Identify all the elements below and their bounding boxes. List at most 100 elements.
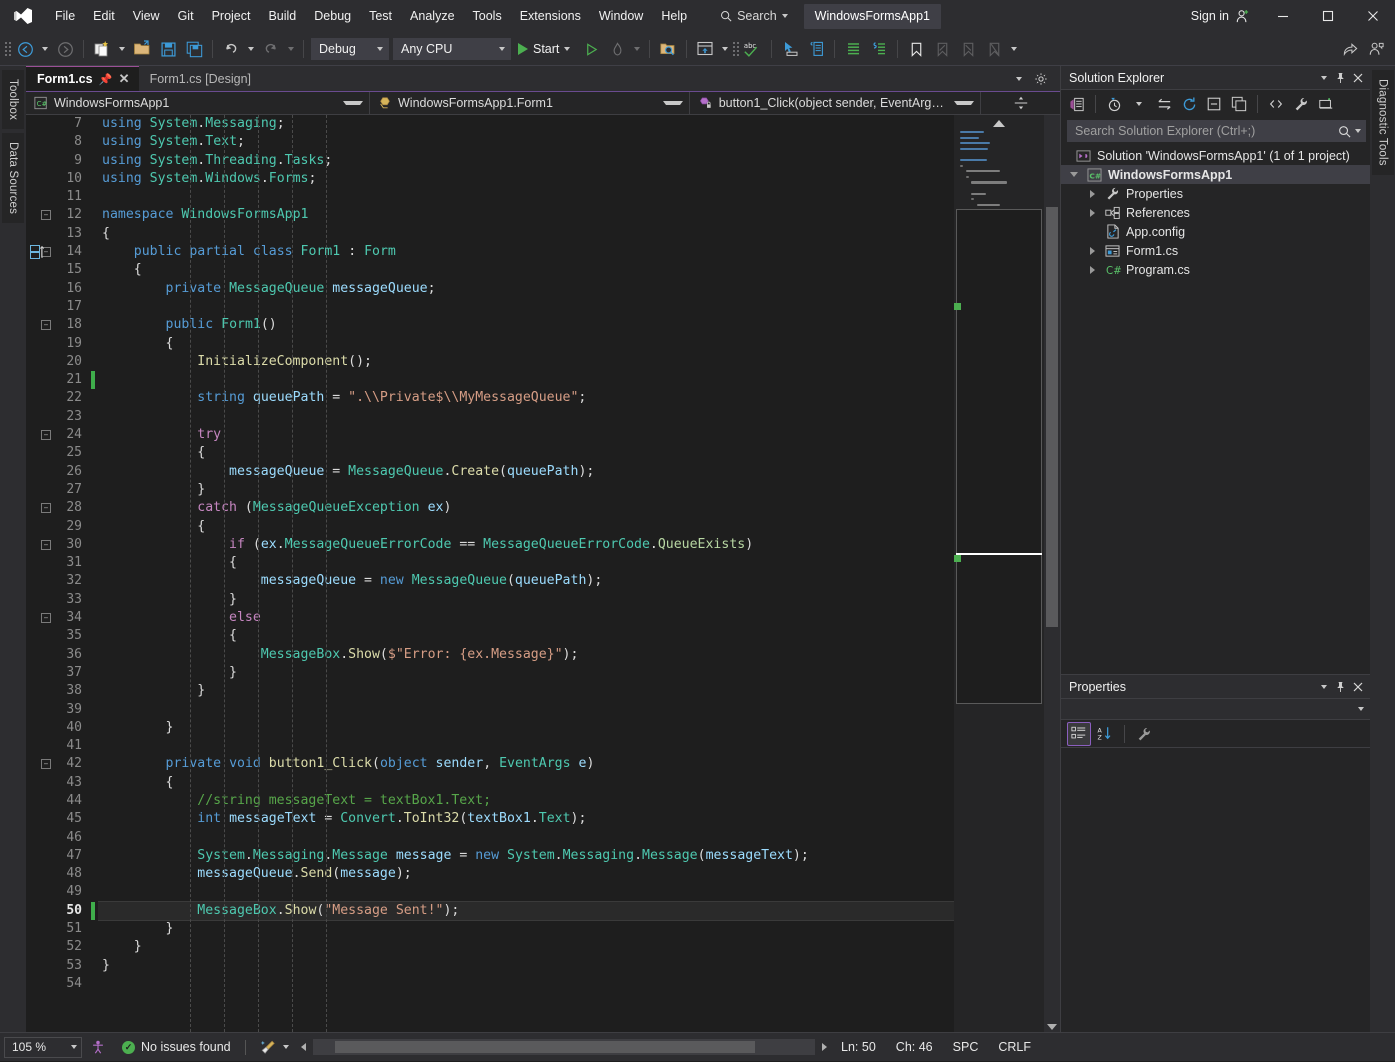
active-project-chip[interactable]: WindowsFormsApp1 [803, 3, 941, 29]
menu-file[interactable]: File [46, 0, 84, 33]
categorized-view-button[interactable] [1067, 721, 1091, 746]
hscroll-right-button[interactable] [817, 1043, 831, 1051]
glyph-margin-row[interactable] [26, 737, 54, 755]
sidebar-tab-diagnostic-tools[interactable]: Diagnostic Tools [1371, 70, 1394, 175]
code-line[interactable]: if (ex.MessageQueueErrorCode == MessageQ… [98, 536, 954, 554]
navigate-to-button[interactable] [777, 36, 803, 62]
toolbar-overflow-button[interactable] [1007, 36, 1021, 62]
glyph-margin-row[interactable] [26, 646, 54, 664]
navbar-type-combo[interactable]: WindowsFormsApp1.Form1 [370, 92, 690, 114]
code-line[interactable]: { [98, 444, 954, 462]
scroll-down-icon[interactable] [1047, 1024, 1057, 1030]
glyph-margin-row[interactable] [26, 408, 54, 426]
menu-test[interactable]: Test [360, 0, 401, 33]
solution-platform-combo[interactable]: Any CPU [393, 38, 511, 60]
glyph-margin-row[interactable] [26, 591, 54, 609]
code-line[interactable]: } [98, 591, 954, 609]
code-line[interactable]: using System.Windows.Forms; [98, 170, 954, 188]
code-line[interactable]: System.Messaging.Message message = new S… [98, 847, 954, 865]
glyph-margin-row[interactable] [26, 335, 54, 353]
code-line[interactable]: } [98, 682, 954, 700]
glyph-margin-row[interactable]: – [26, 316, 54, 334]
menu-project[interactable]: Project [203, 0, 260, 33]
glyph-margin-row[interactable] [26, 920, 54, 938]
accessibility-indicator[interactable] [82, 1033, 114, 1062]
refresh-button[interactable] [1177, 92, 1201, 116]
code-line[interactable]: messageQueue.Send(message); [98, 865, 954, 883]
minimap-scroll-up-button[interactable] [954, 115, 1044, 131]
line-ending-indicator[interactable]: CRLF [988, 1033, 1041, 1062]
code-line[interactable]: int messageText = Convert.ToInt32(textBo… [98, 810, 954, 828]
expand-toggle[interactable] [1067, 172, 1081, 177]
glyph-margin[interactable]: – – – – – – – – [26, 115, 54, 1032]
code-line[interactable]: public Form1() [98, 316, 954, 334]
glyph-margin-row[interactable] [26, 481, 54, 499]
start-debug-button[interactable]: Start [513, 36, 578, 62]
glyph-margin-row[interactable]: – [26, 426, 54, 444]
glyph-margin-row[interactable] [26, 572, 54, 590]
minimap[interactable] [954, 115, 1044, 1032]
solution-views-dropdown[interactable] [718, 36, 732, 62]
navbar-member-combo[interactable]: button1_Click(object sender, EventArgs e… [690, 92, 981, 114]
toggle-bookmark-button[interactable] [903, 36, 929, 62]
menu-edit[interactable]: Edit [84, 0, 124, 33]
glyph-margin-row[interactable] [26, 298, 54, 316]
glyph-margin-row[interactable] [26, 115, 54, 133]
solution-configuration-combo[interactable]: Debug [311, 38, 389, 60]
expand-toggle[interactable] [1085, 189, 1099, 198]
find-in-files-button[interactable] [655, 36, 681, 62]
collapse-region-icon[interactable]: – [41, 759, 51, 770]
menu-view[interactable]: View [124, 0, 169, 33]
solution-explorer-tree[interactable]: Solution 'WindowsFormsApp1' (1 of 1 proj… [1061, 145, 1370, 674]
glyph-margin-row[interactable] [26, 444, 54, 462]
redo-dropdown[interactable] [284, 36, 298, 62]
show-all-files-button[interactable] [1227, 92, 1251, 116]
sidebar-tab-data-sources[interactable]: Data Sources [2, 133, 24, 224]
code-line[interactable] [98, 701, 954, 719]
glyph-margin-row[interactable] [26, 792, 54, 810]
code-line[interactable] [98, 188, 954, 206]
tree-row-app-config[interactable]: App.config [1061, 222, 1370, 241]
glyph-margin-row[interactable] [26, 152, 54, 170]
code-line[interactable] [98, 408, 954, 426]
code-line[interactable]: private MessageQueue messageQueue; [98, 280, 954, 298]
glyph-margin-row[interactable] [26, 774, 54, 792]
sync-with-active-document-button[interactable] [1152, 92, 1176, 116]
code-line[interactable]: using System.Text; [98, 133, 954, 151]
glyph-margin-row[interactable] [26, 518, 54, 536]
spell-check-button[interactable]: abc [740, 36, 766, 62]
code-line[interactable] [98, 737, 954, 755]
collapse-region-icon[interactable]: – [41, 613, 51, 624]
tab-form1-cs[interactable]: Form1.cs 📌 ✕ [26, 66, 139, 91]
glyph-margin-row[interactable] [26, 353, 54, 371]
vertical-scrollbar[interactable] [1044, 115, 1060, 1032]
glyph-margin-row[interactable] [26, 664, 54, 682]
menu-git[interactable]: Git [169, 0, 203, 33]
code-line[interactable]: } [98, 664, 954, 682]
minimap-viewport[interactable] [956, 209, 1042, 704]
code-text-area[interactable]: using System.Messaging; using System.Text… [98, 115, 954, 1032]
glyph-margin-row[interactable] [26, 627, 54, 645]
glyph-margin-row[interactable]: – [26, 536, 54, 554]
code-line[interactable]: namespace WindowsFormsApp1 [98, 206, 954, 224]
code-line[interactable]: } [98, 719, 954, 737]
code-line[interactable]: } [98, 938, 954, 956]
tree-row-properties[interactable]: Properties [1061, 184, 1370, 203]
hscroll-left-button[interactable] [297, 1043, 311, 1051]
glyph-margin-row[interactable] [26, 902, 54, 920]
glyph-margin-row[interactable]: – [26, 755, 54, 773]
code-line[interactable]: messageQueue = new MessageQueue(queuePat… [98, 572, 954, 590]
editor-settings-button[interactable] [1028, 66, 1054, 92]
glyph-margin-row[interactable] [26, 554, 54, 572]
glyph-margin-row[interactable] [26, 847, 54, 865]
insert-snippet-button[interactable] [803, 36, 829, 62]
sidebar-tab-toolbox[interactable]: Toolbox [2, 70, 24, 130]
feedback-button[interactable] [1363, 36, 1389, 62]
chevron-down-icon[interactable] [1355, 129, 1361, 133]
glyph-margin-row[interactable] [26, 463, 54, 481]
glyph-margin-row[interactable]: – [26, 243, 54, 261]
code-line[interactable]: { [98, 225, 954, 243]
minimize-button[interactable] [1260, 0, 1305, 33]
hscroll-thumb[interactable] [334, 1041, 755, 1053]
code-line[interactable]: MessageBox.Show("Message Sent!"); [98, 900, 954, 922]
